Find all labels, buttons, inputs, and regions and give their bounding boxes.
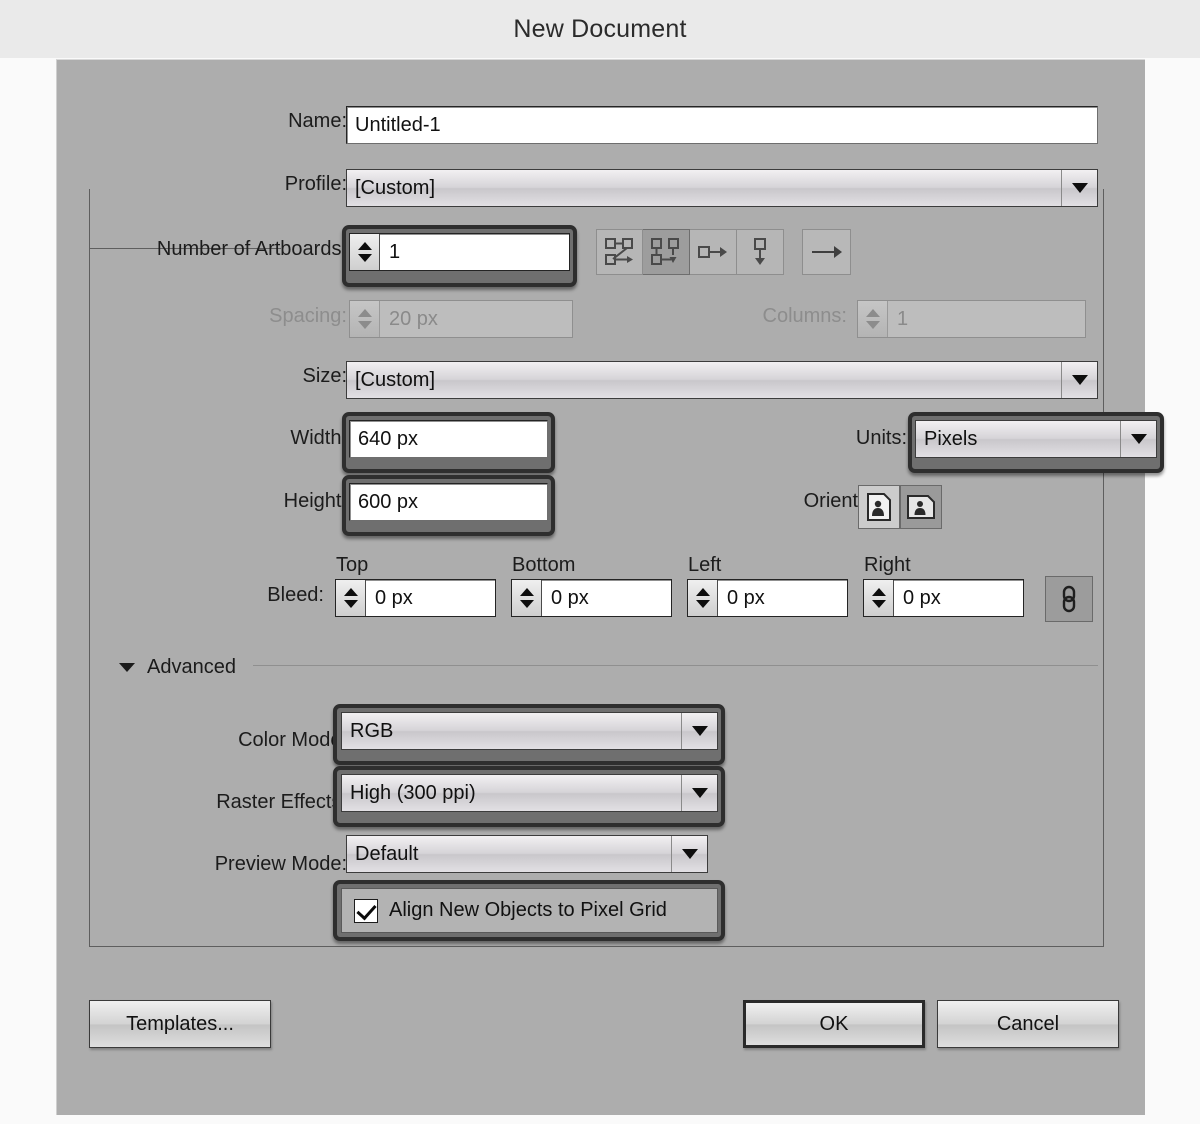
- portrait-icon: [867, 493, 891, 521]
- bleed-link-button[interactable]: [1045, 576, 1093, 622]
- spacing-label: Spacing:: [269, 305, 347, 327]
- spacing-stepper[interactable]: 20 px: [349, 300, 573, 338]
- color-mode-label: Color Mode:: [238, 729, 347, 751]
- chevron-down-icon: [1061, 362, 1097, 398]
- bleed-left-stepper[interactable]: 0 px: [687, 579, 848, 617]
- profile-value: [Custom]: [355, 176, 436, 199]
- stepper-arrows-icon[interactable]: [512, 580, 542, 616]
- raster-effects-value: High (300 ppi): [350, 781, 476, 804]
- window-title: New Document: [513, 14, 687, 43]
- arrange-by-row-icon-button[interactable]: [690, 229, 737, 275]
- align-pixel-grid-row[interactable]: Align New Objects to Pixel Grid: [341, 888, 718, 933]
- size-value: [Custom]: [355, 368, 436, 391]
- height-input[interactable]: 600 px: [349, 483, 548, 521]
- size-dropdown[interactable]: [Custom]: [346, 361, 1098, 399]
- window-titlebar: New Document: [0, 0, 1200, 58]
- columns-stepper[interactable]: 1: [857, 300, 1086, 338]
- number-of-artboards-label: Number of Artboards:: [156, 238, 347, 260]
- align-pixel-grid-checkbox[interactable]: [354, 898, 378, 923]
- chevron-down-icon: [1061, 170, 1097, 206]
- preview-mode-dropdown[interactable]: Default: [346, 835, 708, 873]
- stepper-arrows-icon[interactable]: [350, 234, 380, 270]
- right-to-left-layout-button[interactable]: [802, 229, 851, 275]
- artboard-layout-buttons[interactable]: [596, 229, 784, 275]
- bleed-left-caption: Left: [688, 554, 722, 576]
- color-mode-value: RGB: [350, 719, 394, 742]
- advanced-divider: [253, 665, 1098, 666]
- triangle-down-icon: [119, 663, 135, 672]
- raster-effects-label: Raster Effects:: [216, 791, 347, 813]
- stepper-arrows-icon[interactable]: [688, 580, 718, 616]
- stepper-arrows-icon[interactable]: [864, 580, 894, 616]
- chevron-down-icon: [681, 713, 717, 749]
- preview-mode-value: Default: [355, 842, 419, 865]
- new-document-window: New Document Name: Untitled-1 Profile: […: [0, 0, 1200, 1124]
- link-chain-icon: [1062, 585, 1076, 613]
- bleed-top-caption: Top: [336, 554, 369, 576]
- units-label: Units:: [855, 427, 907, 449]
- right-to-left-layout-icon: [811, 246, 842, 258]
- number-of-artboards-value: 1: [389, 240, 401, 263]
- preview-mode-label: Preview Mode:: [214, 853, 347, 875]
- advanced-section-toggle[interactable]: Advanced: [119, 656, 236, 679]
- name-label: Name:: [288, 110, 347, 132]
- bleed-left-value: 0 px: [727, 586, 765, 609]
- arrange-by-column-icon-button[interactable]: [737, 229, 784, 275]
- align-pixel-grid-label: Align New Objects to Pixel Grid: [389, 899, 667, 921]
- units-dropdown[interactable]: Pixels: [915, 420, 1157, 458]
- grid-by-row-icon: [604, 238, 633, 265]
- number-of-artboards-stepper[interactable]: 1: [349, 233, 570, 271]
- cancel-button[interactable]: Cancel: [937, 1000, 1119, 1048]
- stepper-arrows-icon[interactable]: [350, 301, 380, 337]
- orientation-landscape-button[interactable]: [900, 485, 942, 529]
- columns-value: 1: [897, 307, 909, 330]
- width-label: Width:: [290, 427, 347, 449]
- arrange-by-row-icon: [698, 246, 727, 258]
- bleed-label: Bleed:: [267, 584, 324, 606]
- grid-by-row-icon-button[interactable]: [596, 229, 643, 275]
- spacing-value: 20 px: [389, 307, 438, 330]
- columns-label: Columns:: [762, 305, 847, 327]
- arrange-by-column-icon: [754, 238, 766, 265]
- bleed-bottom-caption: Bottom: [512, 554, 576, 576]
- profile-dropdown[interactable]: [Custom]: [346, 169, 1098, 207]
- advanced-section-label: Advanced: [147, 656, 236, 678]
- stepper-arrows-icon[interactable]: [858, 301, 888, 337]
- height-label: Height:: [283, 490, 347, 512]
- width-input[interactable]: 640 px: [349, 420, 548, 458]
- landscape-icon: [907, 495, 935, 519]
- dialog-body: Name: Untitled-1 Profile: [Custom] Numbe…: [56, 59, 1164, 1115]
- bleed-right-caption: Right: [864, 554, 911, 576]
- chevron-down-icon: [1120, 421, 1156, 457]
- bleed-bottom-value: 0 px: [551, 586, 589, 609]
- profile-label: Profile:: [284, 173, 347, 195]
- ok-button[interactable]: OK: [743, 1000, 925, 1048]
- grid-by-column-icon: [651, 238, 679, 265]
- stepper-arrows-icon[interactable]: [336, 580, 366, 616]
- orientation-portrait-button[interactable]: [858, 485, 900, 529]
- templates-button[interactable]: Templates...: [89, 1000, 271, 1048]
- bleed-top-value: 0 px: [375, 586, 413, 609]
- grid-by-column-icon-button[interactable]: [643, 229, 690, 275]
- orientation-buttons[interactable]: [858, 485, 942, 529]
- size-label: Size:: [302, 365, 347, 387]
- units-value: Pixels: [924, 427, 978, 450]
- color-mode-dropdown[interactable]: RGB: [341, 712, 718, 750]
- chevron-down-icon: [681, 775, 717, 811]
- raster-effects-dropdown[interactable]: High (300 ppi): [341, 774, 718, 812]
- chevron-down-icon: [671, 836, 707, 872]
- name-input[interactable]: Untitled-1: [346, 106, 1098, 144]
- bleed-bottom-stepper[interactable]: 0 px: [511, 579, 672, 617]
- bleed-right-stepper[interactable]: 0 px: [863, 579, 1024, 617]
- bleed-top-stepper[interactable]: 0 px: [335, 579, 496, 617]
- bleed-right-value: 0 px: [903, 586, 941, 609]
